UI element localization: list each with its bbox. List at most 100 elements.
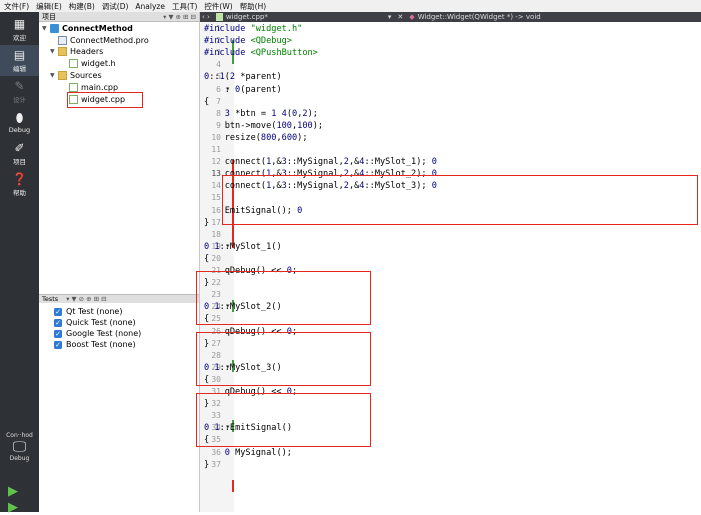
close-icon[interactable]: ✕ xyxy=(397,13,403,21)
tests-pane-header: Tests ▾ ▼ ⊘ ⊕ ⊞ ⊟ xyxy=(39,294,199,303)
code-line: } xyxy=(204,460,209,470)
mode-welcome[interactable]: ▦ 欢迎 xyxy=(0,14,39,45)
code-line: #include <QPushButton> xyxy=(204,48,318,58)
checkbox-icon[interactable]: ✓ xyxy=(54,330,62,338)
bug-icon: ⬮ xyxy=(16,112,24,124)
symbol-selector[interactable]: Widget::Widget(QWidget *) -> void xyxy=(418,13,541,21)
mode-label: 编辑 xyxy=(13,63,26,73)
mode-label: 帮助 xyxy=(13,187,26,197)
wrench-icon: ✐ xyxy=(14,142,24,154)
run-icon[interactable]: ▶ xyxy=(8,484,18,499)
checkbox-icon[interactable]: ✓ xyxy=(54,308,62,316)
tree-item-headers[interactable]: ▼ Headers xyxy=(50,47,103,56)
line-number: 20 xyxy=(211,254,221,263)
line-number: 4 xyxy=(216,60,221,69)
mode-label: 设计 xyxy=(13,94,26,104)
mode-debug[interactable]: ⬮ Debug xyxy=(0,107,39,138)
code-line: : 0(parent) xyxy=(204,85,282,95)
slot1-highlight-box xyxy=(196,271,371,325)
chevron-down-icon[interactable]: ▼ xyxy=(50,72,58,79)
tree-item-sources[interactable]: ▼ Sources xyxy=(50,71,102,80)
menu-bar: 文件(F) 编辑(E) 构建(B) 调试(D) Analyze 工具(T) 控件… xyxy=(0,0,701,12)
tree-item-label: ConnectMethod xyxy=(62,24,133,33)
line-number: 7 xyxy=(216,97,221,106)
project-pane-header: 项目 ▾ ▼ ⊕ ⊞ ⊟ xyxy=(39,12,199,22)
checkbox-icon[interactable]: ✓ xyxy=(54,341,62,349)
slot3-highlight-box xyxy=(196,393,371,447)
mode-help[interactable]: ❓ 帮助 xyxy=(0,169,39,200)
checkbox-icon[interactable]: ✓ xyxy=(54,319,62,327)
menu-file[interactable]: 文件(F) xyxy=(4,1,29,12)
mode-label: 项目 xyxy=(13,156,26,166)
project-pane-title[interactable]: 项目 xyxy=(42,12,56,22)
menu-tools[interactable]: 工具(T) xyxy=(172,1,197,12)
line-number: 37 xyxy=(211,460,221,469)
menu-build[interactable]: 构建(B) xyxy=(69,1,95,12)
tree-item-label: widget.h xyxy=(81,59,116,68)
pane-toolbar-icons[interactable]: ▾ ▼ ⊕ ⊞ ⊟ xyxy=(163,13,196,21)
connect-highlight-box xyxy=(222,175,698,225)
test-item[interactable]: ✓ Boost Test (none) xyxy=(54,340,136,349)
mode-design[interactable]: ✎ 设计 xyxy=(0,76,39,107)
cpp-file-icon xyxy=(216,13,223,21)
help-icon: ❓ xyxy=(12,173,27,185)
tree-item-project[interactable]: ▼ ConnectMethod xyxy=(42,24,133,33)
test-item-label: Boost Test (none) xyxy=(66,340,136,349)
pane-toolbar-icons[interactable]: ▾ ▼ ⊘ ⊕ ⊞ ⊟ xyxy=(66,295,106,303)
test-item[interactable]: ✓ Google Test (none) xyxy=(54,329,141,338)
tests-pane-title[interactable]: Tests xyxy=(42,295,58,303)
monitor-icon: 🖵 xyxy=(0,439,39,455)
highlight-box xyxy=(67,92,143,108)
code-line: 3 *btn = 1 4(0,2); xyxy=(204,109,318,119)
code-line: #include "widget.h" xyxy=(204,24,302,34)
test-item[interactable]: ✓ Quick Test (none) xyxy=(54,318,136,327)
code-line: #include <QDebug> xyxy=(204,36,292,46)
grid-icon: ▦ xyxy=(14,18,25,30)
menu-debug[interactable]: 调试(D) xyxy=(102,1,129,12)
line-number: 15 xyxy=(211,193,221,202)
folder-icon xyxy=(58,71,67,80)
code-line: 0::1(2 *parent) xyxy=(204,72,282,82)
code-line: } xyxy=(204,218,209,228)
code-line: 0 MySignal(); xyxy=(204,448,292,458)
tree-item-label: Headers xyxy=(70,47,103,56)
nav-arrows-icon[interactable]: ‹ › xyxy=(202,13,210,21)
chevron-down-icon[interactable]: ▼ xyxy=(42,25,50,32)
menu-widgets[interactable]: 控件(W) xyxy=(204,1,232,12)
edit-icon: ▤ xyxy=(14,49,25,61)
mode-label: 欢迎 xyxy=(13,32,26,42)
tree-item-label: ConnectMethod.pro xyxy=(70,36,149,45)
debug-run-icon[interactable]: ▶ xyxy=(8,500,18,515)
mode-projects[interactable]: ✐ 项目 xyxy=(0,138,39,169)
pen-icon: ✎ xyxy=(14,80,24,92)
mode-edit[interactable]: ▤ 编辑 xyxy=(0,45,39,76)
code-line: { xyxy=(204,254,209,264)
line-number: 17 xyxy=(211,218,221,227)
tree-item-widget-h[interactable]: widget.h xyxy=(69,59,116,68)
test-item-label: Quick Test (none) xyxy=(66,318,136,327)
code-line: btn->move(100,100); xyxy=(204,121,323,131)
test-item-label: Google Test (none) xyxy=(66,329,141,338)
tree-item-label: Sources xyxy=(70,71,102,80)
kit-build-config: Debug xyxy=(0,455,39,462)
code-line: { xyxy=(204,97,209,107)
tree-item-main-cpp[interactable]: main.cpp xyxy=(69,83,118,92)
kit-name: Con··hod xyxy=(0,432,39,439)
test-item-label: Qt Test (none) xyxy=(66,307,122,316)
folder-icon xyxy=(58,47,67,56)
slot2-highlight-box xyxy=(196,332,371,386)
kit-selector[interactable]: Con··hod 🖵 Debug xyxy=(0,432,39,462)
menu-analyze[interactable]: Analyze xyxy=(135,2,165,11)
project-tree: ▼ ConnectMethod ConnectMethod.pro ▼ Head… xyxy=(39,22,199,294)
code-line: connect(1,&3::MySignal,2,&4::MySlot_… xyxy=(204,157,437,167)
chevron-down-icon[interactable]: ▾ xyxy=(388,13,392,21)
menu-edit[interactable]: 编辑(E) xyxy=(36,1,62,12)
editor-tab[interactable]: widget.cpp* xyxy=(226,13,268,21)
menu-help[interactable]: 帮助(H) xyxy=(240,1,267,12)
chevron-down-icon[interactable]: ▼ xyxy=(50,48,58,55)
test-item[interactable]: ✓ Qt Test (none) xyxy=(54,307,122,316)
tests-list: ✓ Qt Test (none) ✓ Quick Test (none) ✓ G… xyxy=(39,303,199,512)
tree-item-pro-file[interactable]: ConnectMethod.pro xyxy=(58,36,149,45)
line-number: 18 xyxy=(211,230,221,239)
code-line: resize(800,600); xyxy=(204,133,308,143)
